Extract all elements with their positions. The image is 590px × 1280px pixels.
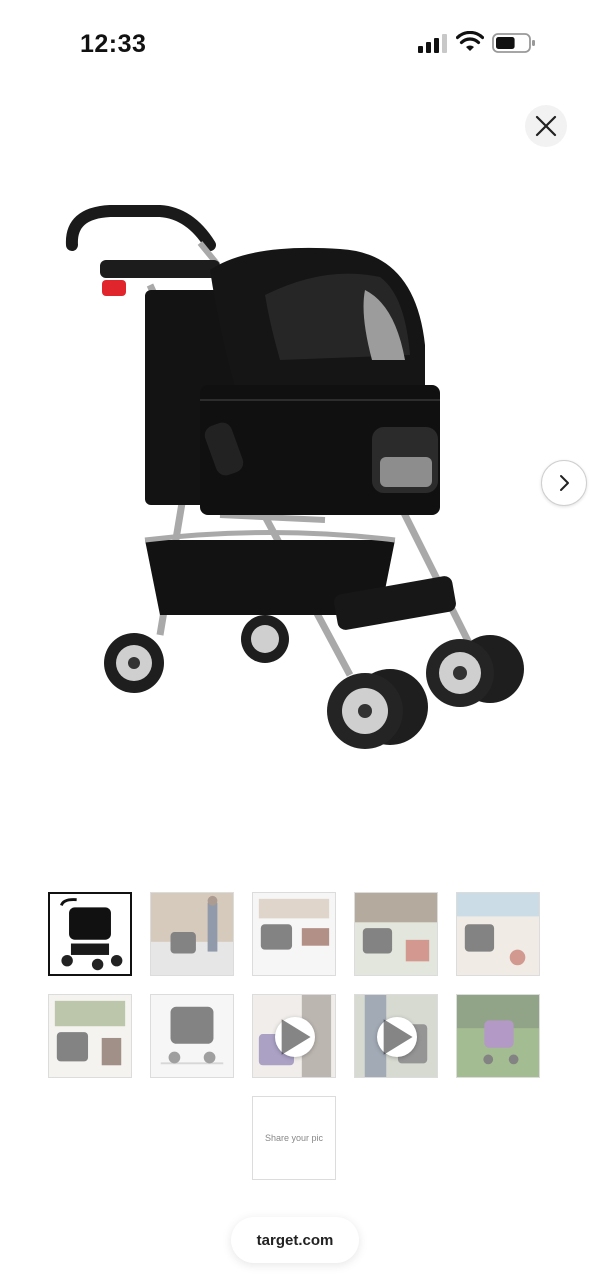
- play-icon: [383, 1019, 413, 1055]
- play-button[interactable]: [275, 1017, 315, 1057]
- chevron-right-icon: [560, 475, 569, 491]
- thumbnail-1[interactable]: [48, 892, 132, 976]
- next-image-button[interactable]: [541, 460, 587, 506]
- video-thumbnail-1[interactable]: [252, 994, 336, 1078]
- family-outdoors-thumbnail-image: [355, 893, 437, 975]
- thumbnail-7[interactable]: [150, 994, 234, 1078]
- wifi-icon: [456, 31, 484, 51]
- status-bar: 12:33: [0, 0, 590, 88]
- thumbnail-6[interactable]: [48, 994, 132, 1078]
- features-thumbnail-image: [253, 893, 335, 975]
- cellular-signal-icon: [418, 34, 447, 53]
- battery-icon: [492, 33, 535, 53]
- thumbnail-3[interactable]: [252, 892, 336, 976]
- stroller-thumbnail-image: [50, 894, 130, 974]
- thumbnail-5[interactable]: [456, 892, 540, 976]
- close-icon: [535, 115, 557, 137]
- beach-thumbnail-image: [457, 893, 539, 975]
- person-walking-thumbnail-image: [151, 893, 233, 975]
- play-icon: [281, 1019, 311, 1055]
- dimensions-thumbnail-image: [151, 995, 233, 1077]
- status-time: 12:33: [80, 30, 147, 58]
- close-button[interactable]: [525, 105, 567, 147]
- share-your-pic-button[interactable]: Share your pic: [252, 1096, 336, 1180]
- thumbnail-4[interactable]: [354, 892, 438, 976]
- family-thumbnail-image: [49, 995, 131, 1077]
- video-thumbnail-2[interactable]: [354, 994, 438, 1078]
- purple-stroller-thumbnail-image: [457, 995, 539, 1077]
- thumbnail-2[interactable]: [150, 892, 234, 976]
- url-bar[interactable]: target.com: [231, 1217, 359, 1263]
- product-image[interactable]: [50, 195, 540, 775]
- play-button[interactable]: [377, 1017, 417, 1057]
- thumbnail-10[interactable]: [456, 994, 540, 1078]
